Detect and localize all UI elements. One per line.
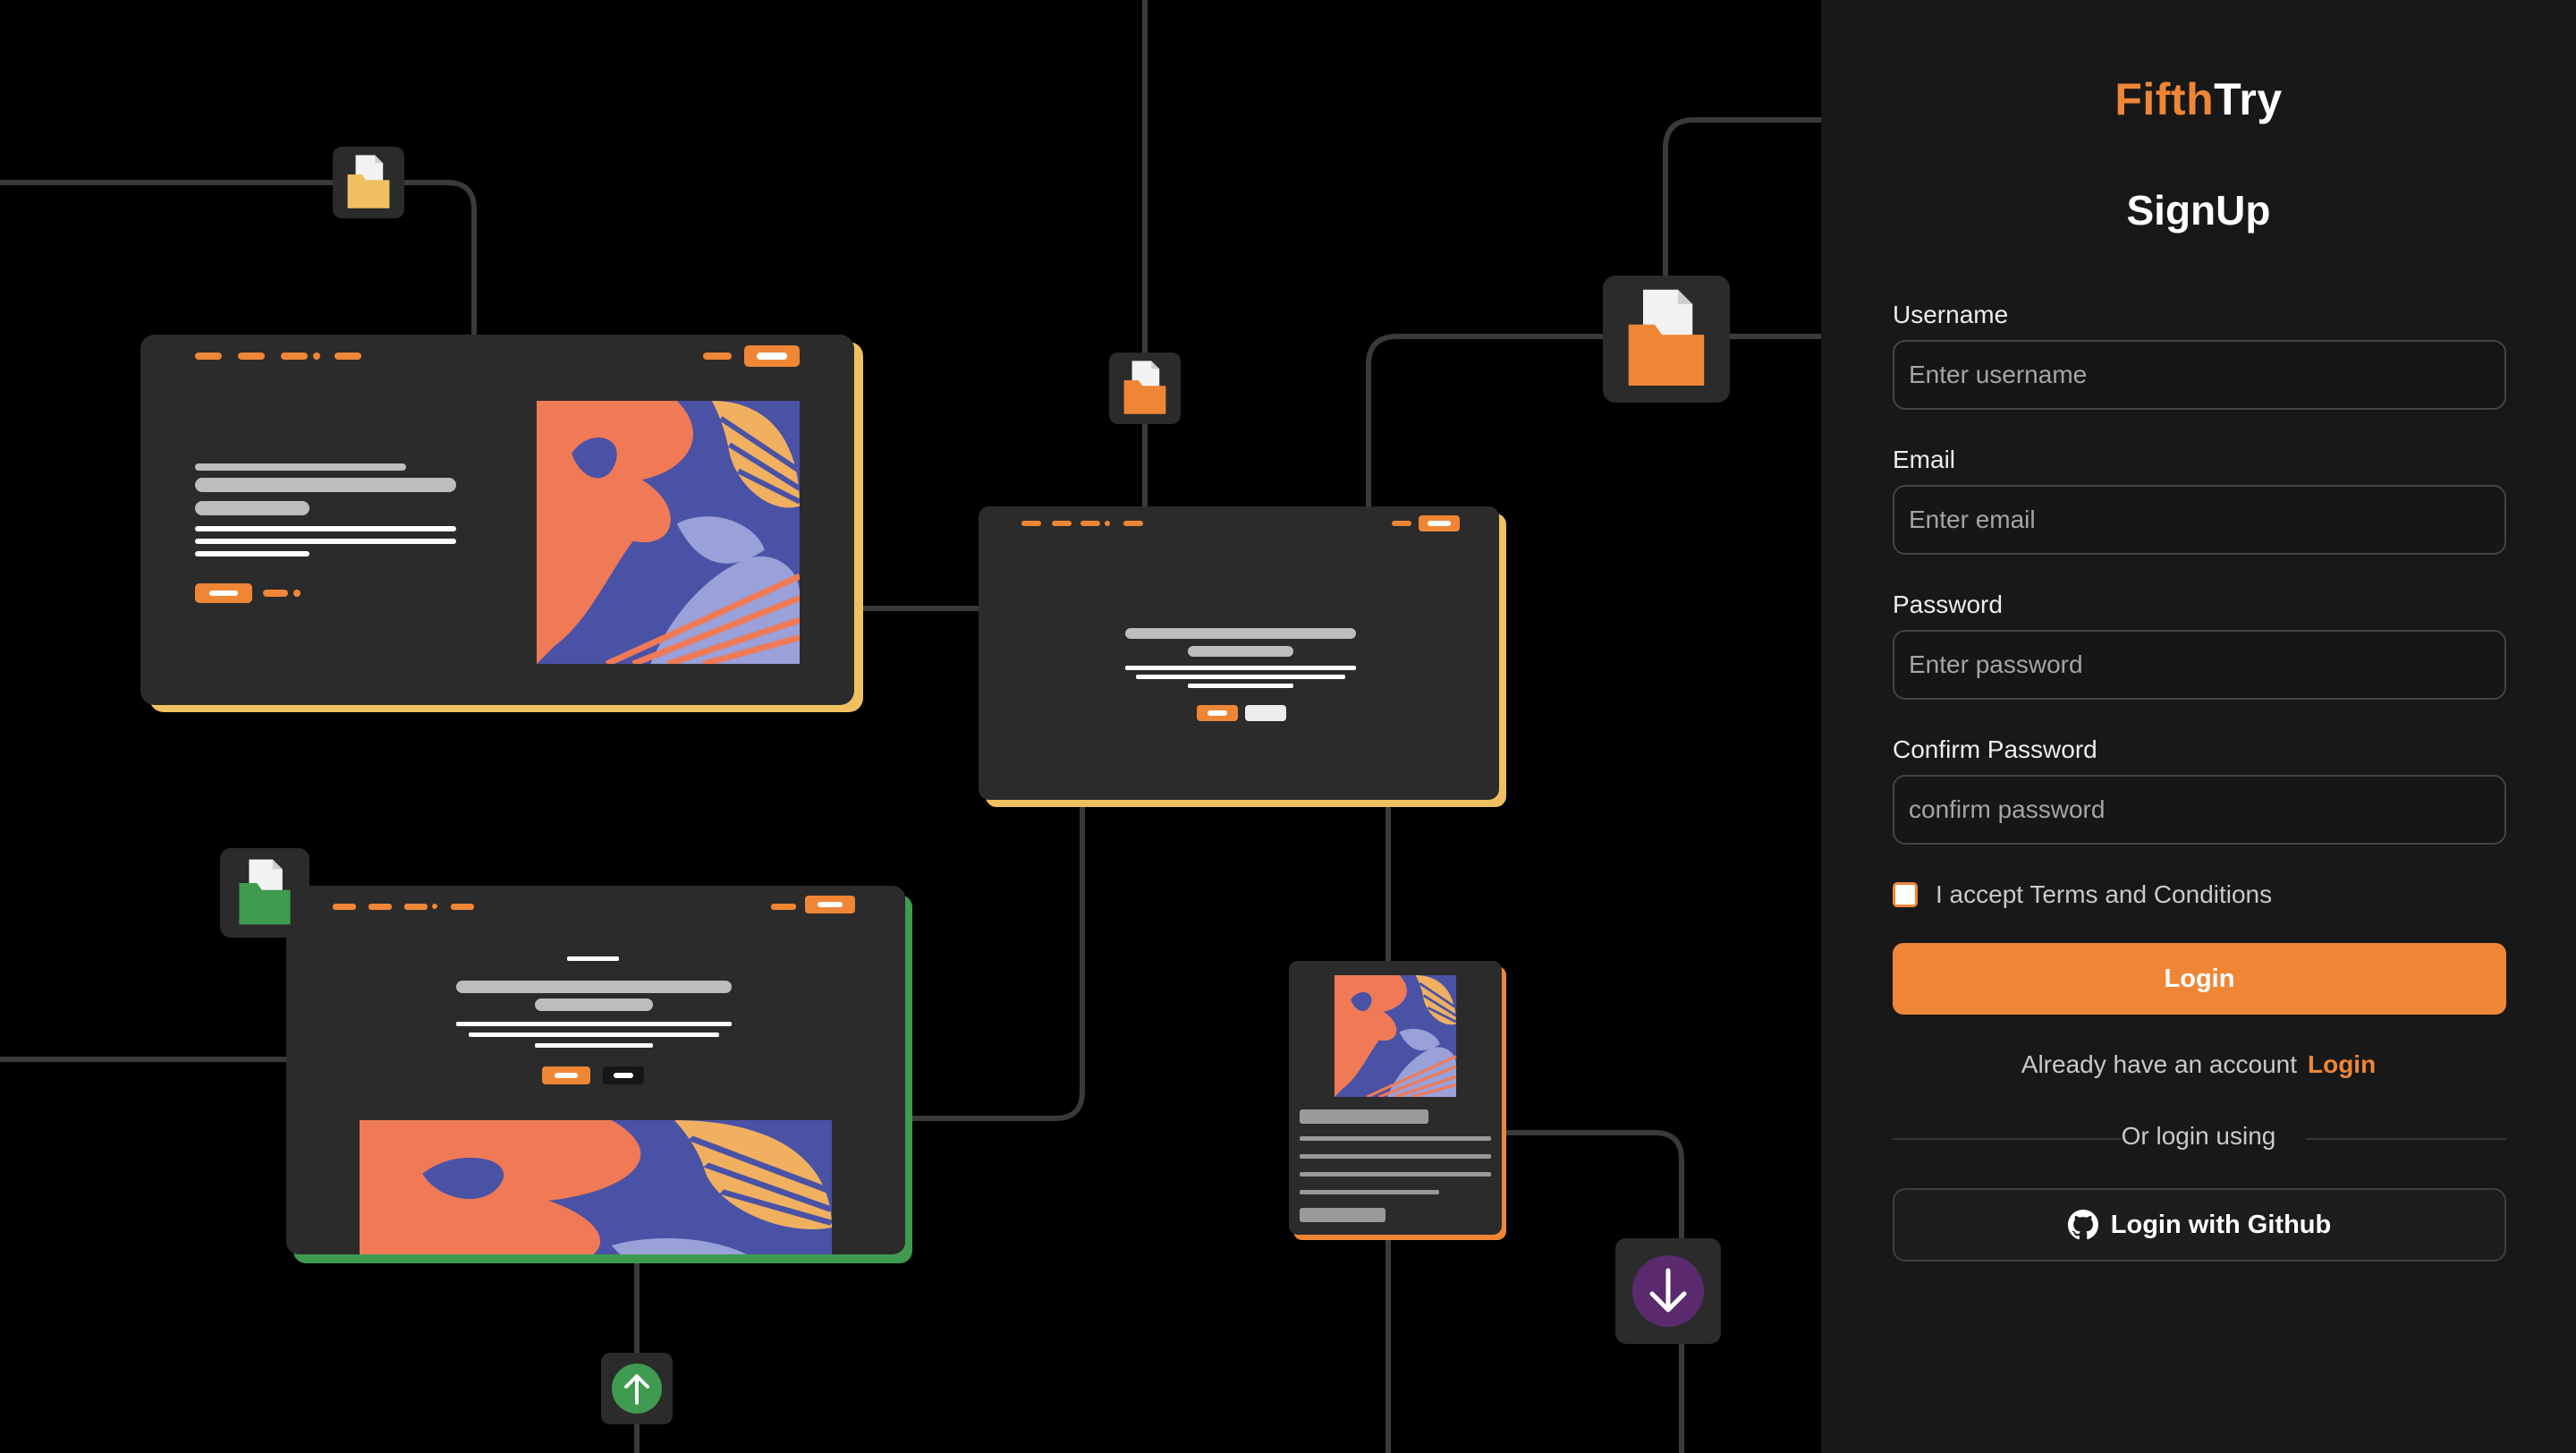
page-title: SignUp bbox=[2126, 187, 2271, 234]
terms-checkbox[interactable] bbox=[1893, 882, 1918, 907]
password-label: Password bbox=[1893, 591, 2003, 618]
username-field[interactable] bbox=[1893, 340, 2506, 410]
brand-logo-part1: Fifth bbox=[2114, 74, 2215, 124]
terms-label: I accept Terms and Conditions bbox=[1936, 880, 2273, 908]
mockup-window-card bbox=[1289, 961, 1506, 1240]
password-field[interactable] bbox=[1893, 630, 2506, 700]
github-button-label: Login with Github bbox=[2110, 1210, 2332, 1239]
mockup-window-center bbox=[979, 506, 1506, 807]
already-account-text: Already have an account bbox=[2021, 1050, 2297, 1078]
brand-logo: FifthTry bbox=[1821, 73, 2576, 125]
file-folder-icon bbox=[1603, 276, 1730, 403]
email-label: Email bbox=[1893, 446, 1956, 473]
divider-text: Or login using bbox=[2121, 1122, 2276, 1150]
brand-logo-part2: Try bbox=[2214, 74, 2283, 124]
workflow-illustration bbox=[0, 0, 1821, 1453]
arrow-down-icon bbox=[1615, 1238, 1721, 1344]
login-submit-button[interactable]: Login bbox=[1893, 943, 2506, 1015]
file-folder-icon bbox=[220, 848, 309, 938]
already-account-row: Already have an account Login bbox=[1821, 1050, 2576, 1079]
file-folder-icon bbox=[1109, 353, 1181, 424]
username-label: Username bbox=[1893, 301, 2009, 328]
arrow-up-icon bbox=[601, 1353, 673, 1424]
confirm-password-field[interactable] bbox=[1893, 775, 2506, 845]
mockup-window-hero bbox=[286, 886, 912, 1263]
signup-panel: FifthTry SignUp Username Email Password … bbox=[1821, 0, 2576, 1453]
github-icon bbox=[2067, 1210, 2098, 1240]
github-login-button[interactable]: Login with Github bbox=[1893, 1188, 2506, 1262]
login-link[interactable]: Login bbox=[2308, 1050, 2376, 1078]
file-folder-icon bbox=[333, 147, 404, 218]
mockup-window-landing bbox=[140, 335, 863, 712]
confirm-password-label: Confirm Password bbox=[1893, 735, 2097, 763]
email-field[interactable] bbox=[1893, 485, 2506, 555]
